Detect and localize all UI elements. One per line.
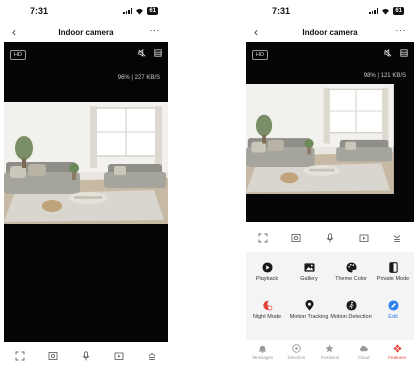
- battery-indicator: 61: [147, 7, 158, 15]
- theme-color-button[interactable]: Theme Color: [330, 262, 372, 283]
- collapse-menu-icon[interactable]: [392, 233, 402, 243]
- tab-positions[interactable]: Positions: [313, 340, 347, 371]
- hd-quality-button[interactable]: HD: [10, 50, 26, 60]
- microphone-icon[interactable]: [325, 233, 335, 243]
- fullscreen-icon[interactable]: [15, 351, 25, 361]
- more-options-button[interactable]: ···: [150, 25, 161, 35]
- gallery-button[interactable]: Gallery: [288, 262, 330, 283]
- status-bar: 7:31 61: [246, 0, 414, 22]
- left-phone-screen: 7:31 61 ‹ Indoor camera ··· HD 96% | 227…: [4, 0, 168, 371]
- page-title: Indoor camera: [58, 28, 114, 37]
- cloud-icon: [360, 345, 368, 352]
- mute-icon[interactable]: [384, 49, 392, 57]
- pencil-icon: [387, 300, 399, 311]
- screenshot-icon[interactable]: [291, 233, 301, 243]
- video-control-bar: [246, 229, 414, 247]
- palette-icon: [345, 262, 357, 273]
- private-mode-icon: [388, 262, 398, 273]
- night-mode-icon: [262, 300, 272, 311]
- living-room-image: [246, 84, 394, 194]
- video-control-bar: [4, 347, 168, 365]
- page-title: Indoor camera: [302, 28, 358, 37]
- bell-icon: [259, 345, 267, 353]
- tab-messages[interactable]: Messages: [246, 340, 280, 371]
- signal-icon: [369, 8, 379, 14]
- connection-stats: 98% | 121 KB/S: [363, 73, 406, 79]
- star-icon: [325, 344, 335, 353]
- features-row-1: Playback Gallery Theme Color Private Mod…: [246, 262, 414, 283]
- motion-detection-icon: [345, 300, 357, 311]
- motion-tracking-button[interactable]: Motion Tracking: [288, 300, 330, 321]
- signal-icon: [123, 8, 133, 14]
- title-bar: ‹ Indoor camera ···: [246, 22, 414, 42]
- playback-button[interactable]: Playback: [246, 262, 288, 283]
- tab-cloud[interactable]: Cloud: [347, 340, 381, 371]
- fullscreen-icon[interactable]: [258, 233, 268, 243]
- features-icon: [393, 344, 402, 353]
- wifi-icon: [136, 8, 144, 15]
- more-options-button[interactable]: ···: [396, 25, 407, 35]
- joystick-icon: [292, 344, 301, 353]
- expand-menu-icon[interactable]: [147, 351, 157, 361]
- edit-button[interactable]: Edit: [372, 300, 414, 321]
- motion-detection-button[interactable]: Motion Detection: [330, 300, 372, 321]
- location-pin-icon: [304, 300, 314, 311]
- screen-split-icon[interactable]: [400, 49, 408, 57]
- connection-stats: 96% | 227 KB/S: [117, 75, 160, 81]
- hd-quality-button[interactable]: HD: [252, 50, 268, 60]
- image-icon: [303, 263, 315, 272]
- mute-icon[interactable]: [138, 49, 146, 57]
- record-video-icon[interactable]: [114, 351, 124, 361]
- status-time: 7:31: [30, 6, 49, 16]
- microphone-icon[interactable]: [81, 351, 91, 361]
- features-row-2: Night Mode Motion Tracking Motion Detect…: [246, 300, 414, 321]
- status-time: 7:31: [272, 6, 291, 16]
- tab-direction[interactable]: Direction: [280, 340, 314, 371]
- play-icon: [261, 262, 273, 273]
- night-mode-button[interactable]: Night Mode: [246, 300, 288, 321]
- battery-indicator: 61: [393, 7, 404, 15]
- bottom-tab-bar: Messages Direction Positions Cloud Featu…: [246, 340, 414, 371]
- private-mode-button[interactable]: Private Mode: [372, 262, 414, 283]
- record-video-icon[interactable]: [359, 233, 369, 243]
- wifi-icon: [382, 8, 390, 15]
- title-bar: ‹ Indoor camera ···: [4, 22, 168, 42]
- living-room-image: [4, 102, 168, 224]
- status-bar: 7:31 61: [4, 0, 168, 22]
- camera-video-feed[interactable]: HD 98% | 121 KB/S: [246, 42, 414, 222]
- tab-features[interactable]: Features: [380, 340, 414, 371]
- screenshot-icon[interactable]: [48, 351, 58, 361]
- screen-split-icon[interactable]: [154, 49, 162, 57]
- right-phone-screen: 7:31 61 ‹ Indoor camera ··· HD 98% | 121…: [246, 0, 414, 371]
